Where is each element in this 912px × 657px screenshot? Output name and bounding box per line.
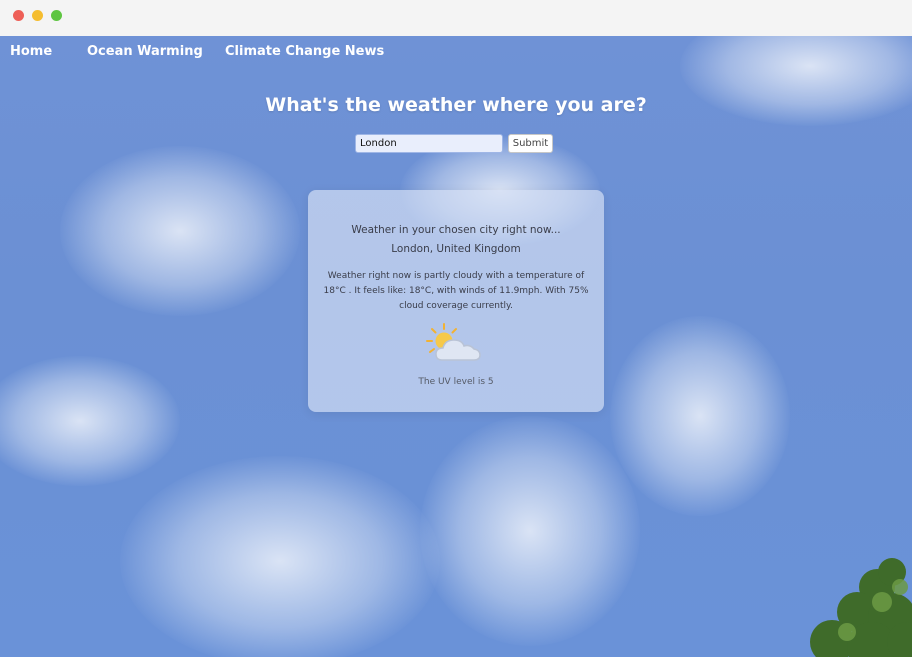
city-search-input[interactable] bbox=[355, 134, 503, 153]
weather-location: London, United Kingdom bbox=[391, 243, 521, 255]
submit-button[interactable]: Submit bbox=[508, 134, 553, 153]
weather-card: Weather in your chosen city right now...… bbox=[308, 190, 604, 412]
cloud-decoration bbox=[120, 456, 440, 657]
cloud-decoration bbox=[420, 416, 640, 646]
weather-heading: Weather in your chosen city right now... bbox=[351, 224, 561, 236]
maximize-window-dot[interactable] bbox=[51, 10, 62, 21]
cloud-decoration bbox=[0, 356, 180, 486]
page-viewport: Home Ocean Warming Climate Change News W… bbox=[0, 36, 912, 657]
uv-level-text: The UV level is 5 bbox=[418, 377, 494, 387]
close-window-dot[interactable] bbox=[13, 10, 24, 21]
tree-foliage-image bbox=[810, 558, 912, 657]
cloud-decoration bbox=[60, 146, 300, 316]
weather-description: Weather right now is partly cloudy with … bbox=[323, 271, 589, 311]
browser-title-bar bbox=[0, 0, 912, 37]
nav-ocean-warming-link[interactable]: Ocean Warming bbox=[87, 44, 203, 59]
nav-climate-change-news-link[interactable]: Climate Change News bbox=[225, 44, 384, 59]
partly-cloudy-icon bbox=[426, 323, 481, 361]
minimize-window-dot[interactable] bbox=[32, 10, 43, 21]
nav-home-link[interactable]: Home bbox=[10, 44, 52, 59]
page-title: What's the weather where you are? bbox=[265, 94, 647, 116]
cloud-decoration bbox=[610, 316, 790, 516]
